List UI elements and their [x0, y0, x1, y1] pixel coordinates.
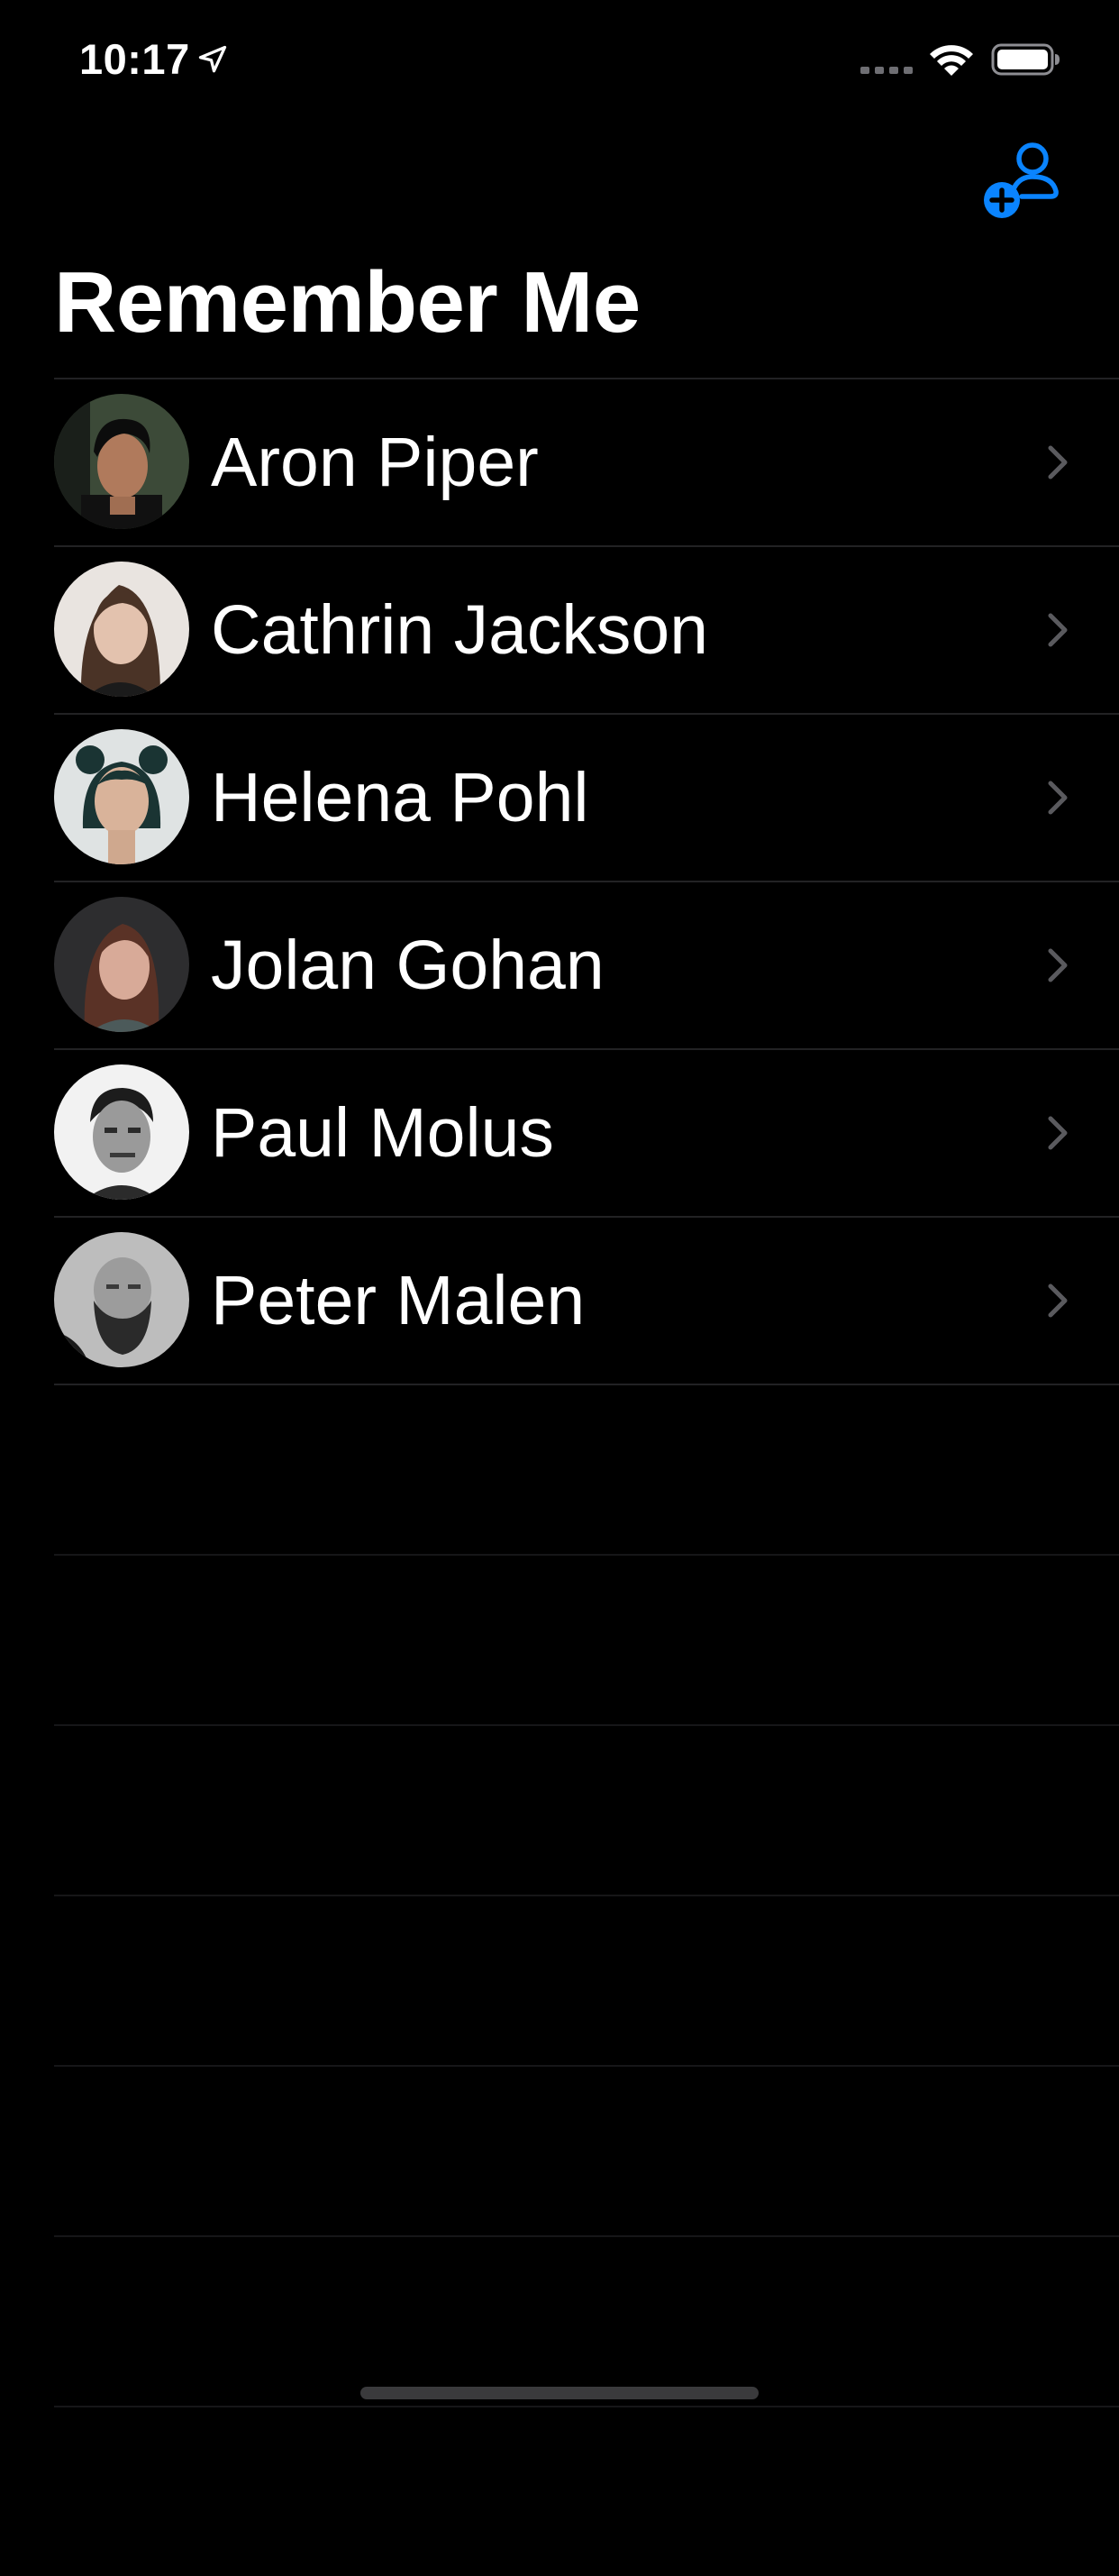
contact-row-cathrin-jackson[interactable]: Cathrin Jackson — [54, 545, 1119, 713]
avatar — [54, 394, 189, 529]
contact-list: Aron Piper Cathrin Jackson Helena Pohl J… — [0, 378, 1119, 2576]
chevron-right-icon — [1048, 613, 1068, 647]
home-indicator[interactable] — [360, 2387, 759, 2399]
contact-row-paul-molus[interactable]: Paul Molus — [54, 1048, 1119, 1216]
contact-name: Peter Malen — [211, 1262, 586, 1339]
chevron-right-icon — [1048, 781, 1068, 815]
empty-row — [54, 2235, 1119, 2406]
empty-row — [54, 2065, 1119, 2235]
add-person-button[interactable] — [980, 135, 1070, 225]
empty-row — [54, 2406, 1119, 2576]
add-person-icon — [1010, 142, 1059, 199]
contact-name: Cathrin Jackson — [211, 591, 709, 669]
contact-name: Aron Piper — [211, 424, 539, 501]
wifi-icon — [930, 45, 973, 76]
chevron-right-icon — [1048, 445, 1068, 480]
empty-row — [54, 1895, 1119, 2065]
empty-row — [54, 1554, 1119, 1724]
contact-row-peter-malen[interactable]: Peter Malen — [54, 1216, 1119, 1384]
chevron-right-icon — [1048, 1283, 1068, 1318]
contact-row-aron-piper[interactable]: Aron Piper — [54, 378, 1119, 545]
contact-row-jolan-gohan[interactable]: Jolan Gohan — [54, 881, 1119, 1048]
chevron-right-icon — [1048, 948, 1068, 982]
avatar — [54, 897, 189, 1032]
avatar — [54, 729, 189, 864]
contact-name: Helena Pohl — [211, 759, 589, 836]
battery-icon — [991, 43, 1060, 76]
empty-row — [54, 1724, 1119, 1895]
contact-name: Jolan Gohan — [211, 927, 605, 1004]
contact-name: Paul Molus — [211, 1094, 554, 1172]
location-arrow-icon — [198, 45, 227, 73]
avatar — [54, 1232, 189, 1367]
cellular-signal-icon — [860, 67, 913, 74]
avatar — [54, 562, 189, 697]
status-bar: 10:17 — [0, 0, 1119, 119]
page-title: Remember Me — [54, 254, 641, 351]
avatar — [54, 1064, 189, 1200]
contact-row-helena-pohl[interactable]: Helena Pohl — [54, 713, 1119, 881]
empty-row — [54, 1384, 1119, 1554]
chevron-right-icon — [1048, 1116, 1068, 1150]
status-time: 10:17 — [79, 35, 190, 83]
